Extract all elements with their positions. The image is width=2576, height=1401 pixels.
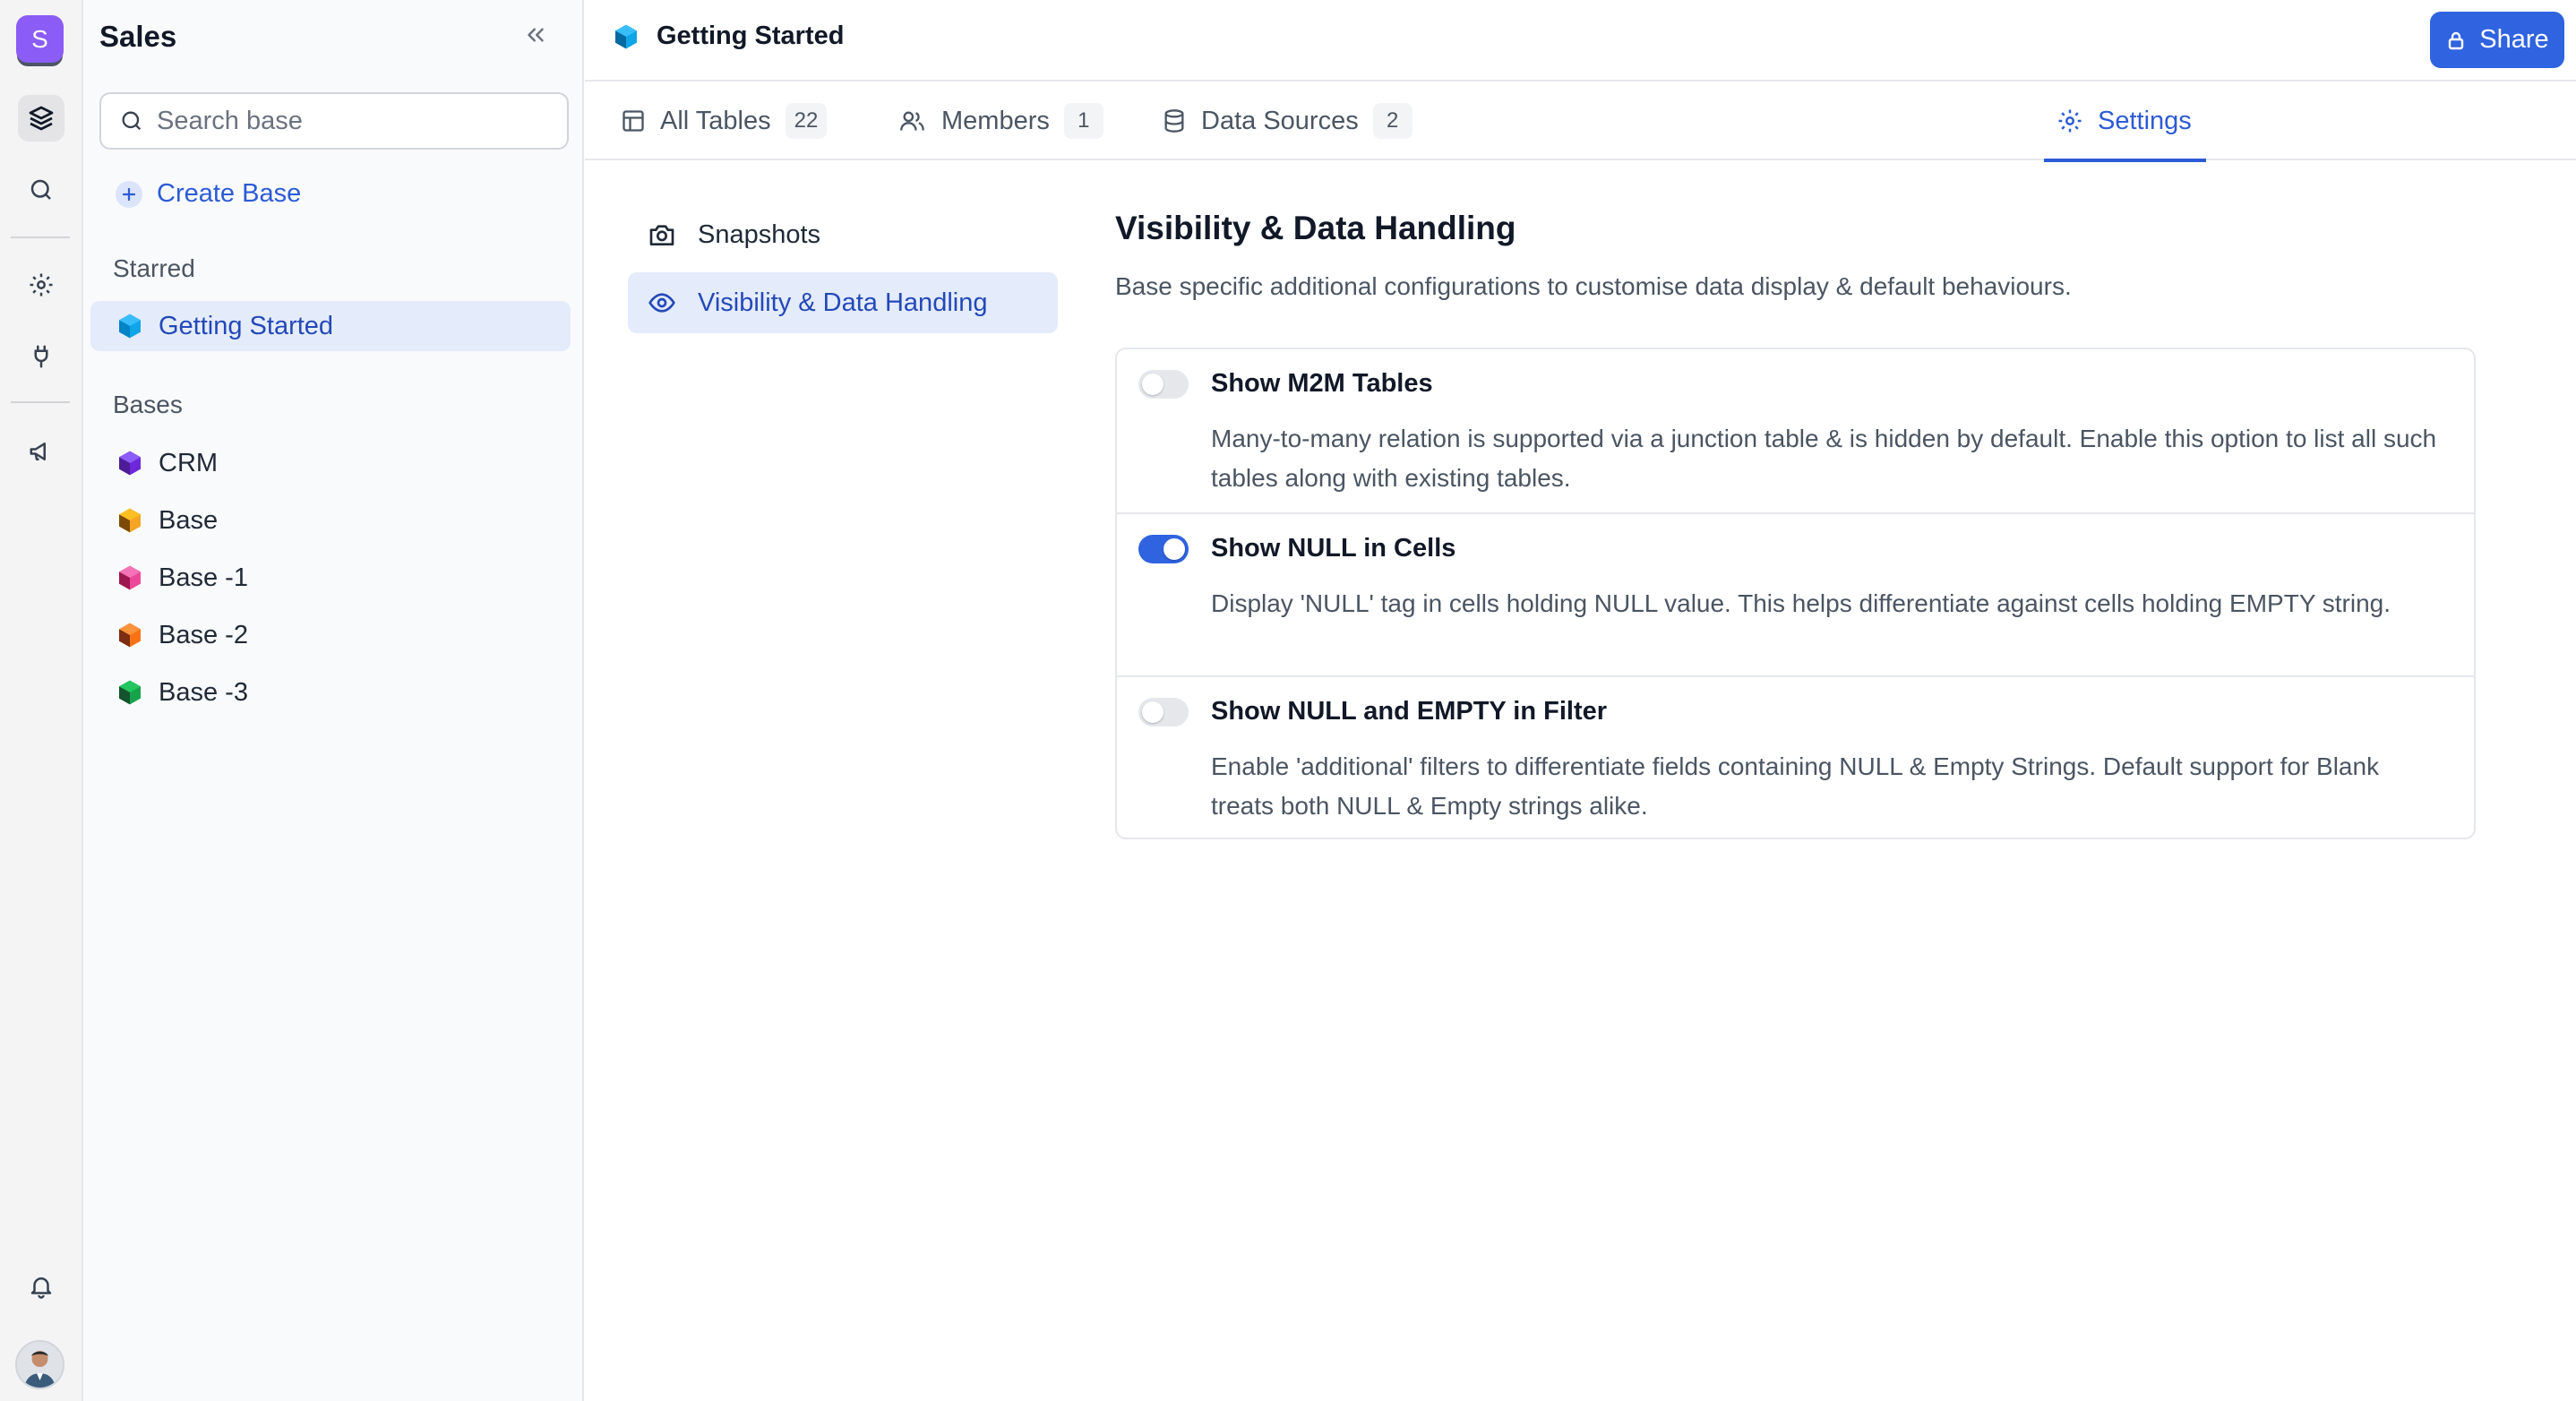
toggle-knob [1142, 701, 1163, 723]
base-item-base-2[interactable]: Base -2 [90, 610, 571, 660]
tab-data-sources[interactable]: Data Sources 2 [1162, 82, 1413, 160]
gear-icon [28, 271, 55, 298]
base-cube-icon [116, 621, 144, 649]
tab-count-badge: 2 [1372, 103, 1413, 139]
tab-label: Members [941, 106, 1050, 135]
toggle-knob [1142, 374, 1163, 395]
settings-section-title: Visibility & Data Handling [1115, 210, 1516, 246]
base-item-base-1[interactable]: Base -1 [90, 553, 571, 603]
workspace-title: Sales [99, 20, 177, 53]
option-description: Many-to-many relation is supported via a… [1211, 425, 2437, 492]
lock-icon [2445, 30, 2479, 51]
create-base-label: Create Base [157, 179, 302, 208]
base-item-label: Base -1 [159, 563, 248, 592]
tab-settings[interactable]: Settings [2044, 82, 2206, 162]
starred-section-label: Starred [113, 254, 195, 282]
settings-nav-button[interactable] [18, 262, 64, 308]
settings-section-description: Base specific additional configurations … [1115, 272, 2072, 300]
base-cube-icon [612, 22, 640, 51]
announcements-nav-button[interactable] [18, 428, 64, 475]
toggle-switch[interactable] [1138, 698, 1189, 726]
settings-nav-visibility[interactable]: Visibility & Data Handling [628, 272, 1058, 333]
chevrons-left-icon [522, 21, 549, 48]
search-icon [28, 176, 55, 203]
base-item-label: CRM [159, 448, 219, 477]
bases-section-label: Bases [113, 391, 183, 418]
gear-icon [2057, 107, 2098, 134]
tab-label: Settings [2098, 106, 2192, 135]
table-icon [621, 108, 660, 133]
base-item-label: Base -2 [159, 620, 248, 649]
tab-all-tables[interactable]: All Tables 22 [621, 82, 828, 160]
users-icon [898, 108, 941, 133]
search-base-field[interactable] [99, 92, 569, 150]
plus-icon [116, 180, 142, 208]
toggle-knob [1163, 538, 1185, 560]
base-cube-icon [116, 312, 144, 340]
base-item-label: Getting Started [159, 311, 334, 340]
starred-item-getting-started[interactable]: Getting Started [90, 301, 571, 351]
user-avatar[interactable] [15, 1340, 64, 1389]
icon-rail: S [0, 0, 83, 1401]
search-base-input[interactable] [157, 106, 533, 136]
option-title: Show NULL in Cells [1211, 534, 1456, 563]
base-item-base[interactable]: Base [90, 495, 571, 546]
eye-icon [648, 288, 698, 317]
rail-divider [11, 401, 70, 403]
tab-count-badge: 22 [785, 103, 828, 139]
integrations-nav-button[interactable] [18, 333, 64, 380]
bases-nav-button[interactable] [18, 95, 64, 142]
bell-icon [28, 1273, 55, 1300]
base-item-base-3[interactable]: Base -3 [90, 667, 571, 718]
tab-label: All Tables [660, 106, 771, 135]
base-item-crm[interactable]: CRM [90, 438, 571, 488]
camera-icon [648, 220, 698, 249]
base-sidebar: Sales Create Base Starred Getting Starte… [83, 0, 584, 1401]
option-description: Enable 'additional' filters to different… [1211, 752, 2380, 820]
base-tabs: All Tables 22 Members 1 Data Sources 2 S… [585, 82, 2576, 162]
option-show-m2m-tables: Show M2M Tables Many-to-many relation is… [1117, 349, 2474, 512]
create-base-button[interactable]: Create Base [116, 179, 301, 209]
tab-count-badge: 1 [1063, 103, 1103, 139]
settings-nav-label: Visibility & Data Handling [698, 288, 988, 317]
collapse-sidebar-button[interactable] [522, 21, 549, 48]
option-show-null-in-cells: Show NULL in Cells Display 'NULL' tag in… [1117, 512, 2474, 675]
tab-members[interactable]: Members 1 [898, 82, 1103, 160]
option-show-null-empty-filter: Show NULL and EMPTY in Filter Enable 'ad… [1117, 675, 2474, 838]
megaphone-icon [28, 438, 55, 465]
workspace-avatar[interactable]: S [16, 15, 64, 63]
layers-icon [27, 104, 56, 133]
toggle-switch[interactable] [1138, 535, 1189, 563]
base-title: Getting Started [612, 21, 844, 51]
option-title: Show M2M Tables [1211, 369, 1433, 398]
rail-divider [11, 236, 70, 238]
option-title: Show NULL and EMPTY in Filter [1211, 697, 1608, 726]
base-cube-icon [116, 678, 144, 707]
tab-label: Data Sources [1201, 106, 1359, 135]
database-icon [1162, 108, 1201, 133]
base-cube-icon [116, 506, 144, 535]
options-panel: Show M2M Tables Many-to-many relation is… [1115, 348, 2476, 839]
option-description: Display 'NULL' tag in cells holding NULL… [1211, 589, 2391, 617]
search-nav-button[interactable] [18, 167, 64, 213]
base-item-label: Base -3 [159, 677, 248, 707]
settings-nav-label: Snapshots [698, 219, 821, 249]
top-bar: Getting Started Share [585, 0, 2576, 82]
notifications-button[interactable] [18, 1263, 64, 1310]
search-icon [119, 108, 144, 133]
base-cube-icon [116, 449, 144, 477]
base-cube-icon [116, 563, 144, 592]
share-button[interactable]: Share [2430, 12, 2564, 68]
toggle-switch[interactable] [1138, 370, 1189, 399]
settings-nav-snapshots[interactable]: Snapshots [628, 204, 1058, 265]
share-label: Share [2479, 25, 2549, 54]
plug-icon [28, 343, 55, 370]
base-item-label: Base [159, 505, 219, 535]
base-title-text: Getting Started [657, 21, 845, 50]
